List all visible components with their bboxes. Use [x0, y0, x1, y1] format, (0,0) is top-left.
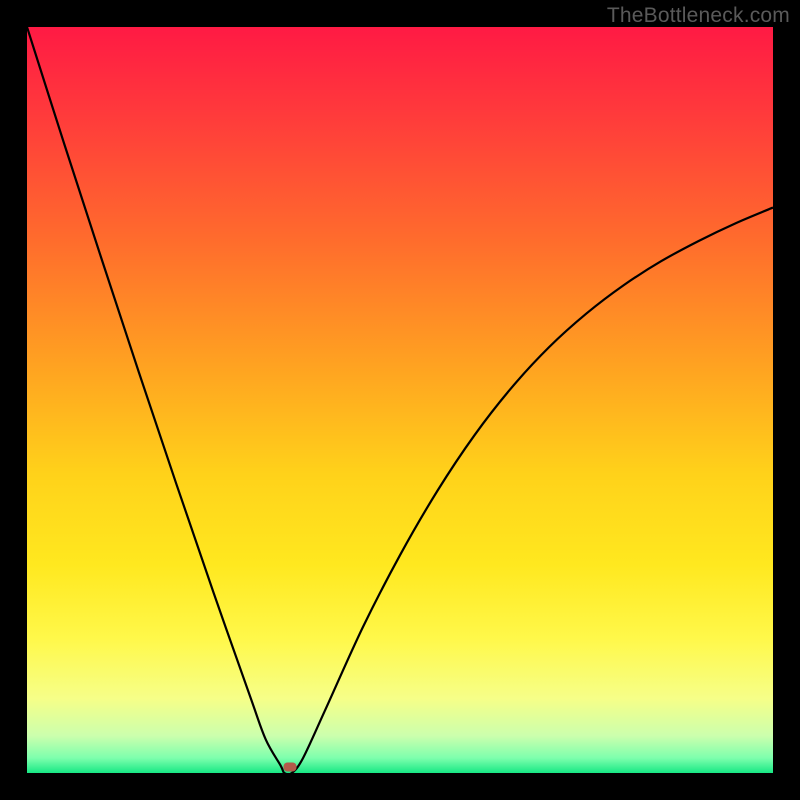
- bottleneck-curve: [27, 27, 773, 773]
- optimal-point-marker: [283, 763, 296, 772]
- plot-area: [27, 27, 773, 773]
- chart-frame: TheBottleneck.com: [0, 0, 800, 800]
- watermark-label: TheBottleneck.com: [607, 4, 790, 28]
